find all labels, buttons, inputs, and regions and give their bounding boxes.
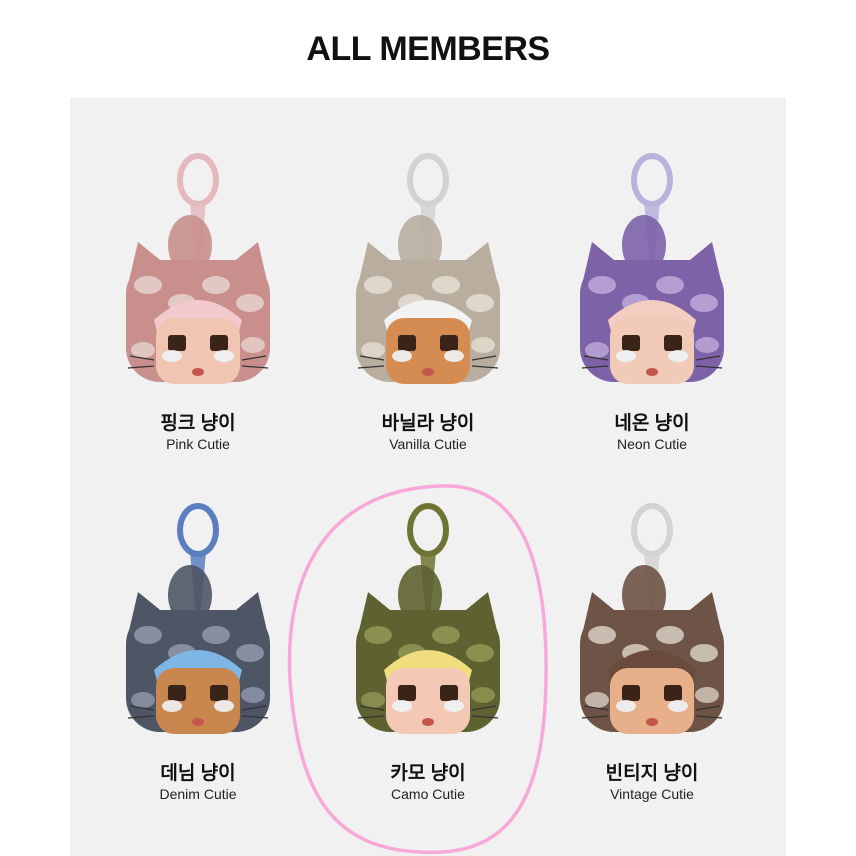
pink-circle-highlight [287,484,548,855]
